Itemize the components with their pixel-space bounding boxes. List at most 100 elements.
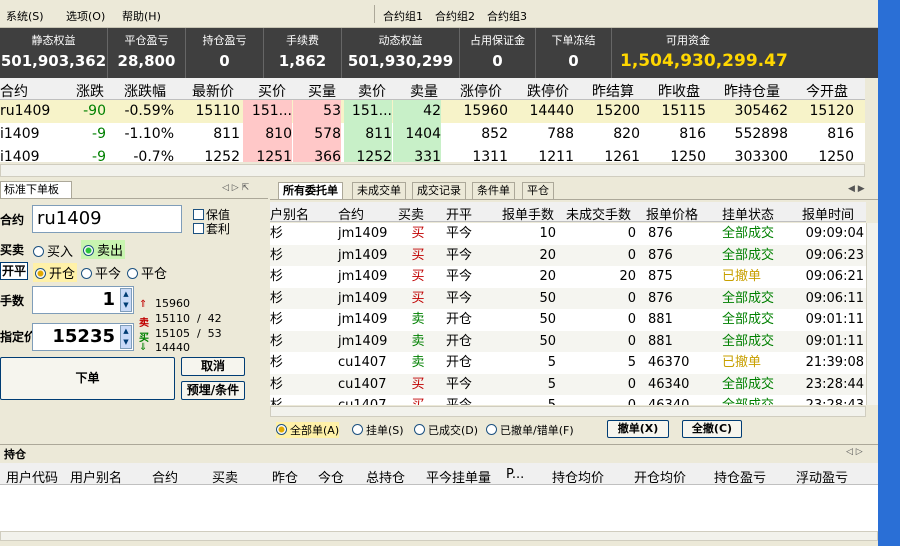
order-row[interactable]: 杉 jm1409 买 平今 20 20 875 已撤单 09:06:21 [270,266,866,288]
order-row[interactable]: 杉 jm1409 卖 开仓 50 0 881 全部成交 09:01:11 [270,330,866,352]
order-col-price[interactable]: 报单价格 [646,204,698,223]
quote-col-limit-down[interactable]: 跌停价 [527,81,569,101]
preorder-condition-button[interactable]: 预埋/条件 [181,381,245,400]
tab-all-orders[interactable]: 所有委托单 [278,182,343,199]
tab-unfilled[interactable]: 未成交单 [352,182,406,199]
tab-conditional[interactable]: 条件单 [472,182,515,199]
order-col-alias[interactable]: 户别名 [270,204,309,223]
sell-radio[interactable]: 卖出 [81,240,126,259]
quote-col-ask[interactable]: 卖价 [358,81,386,101]
qty-input[interactable]: 1 [32,286,134,314]
limit-down-price[interactable]: 14440 [155,341,190,354]
position-col[interactable]: 持仓均价 [552,467,604,486]
positions-horizontal-scrollbar[interactable] [0,531,878,541]
quote-col-limit-up[interactable]: 涨停价 [460,81,502,101]
order-col-contract[interactable]: 合约 [338,204,364,223]
panel-nav-icons[interactable]: ◁ ▷ ⇱ [222,183,249,193]
position-col[interactable]: 总持仓 [366,467,405,486]
quote-row[interactable]: i1409 -9 -0.7% 1252 1251 366 1252 331 1311 1211 12… [0,146,865,162]
quote-cell: 1311 [472,149,508,162]
menu-contract-group-2[interactable]: 合约组2 [435,8,475,24]
contract-input[interactable]: ru1409 [32,205,182,233]
order-row[interactable]: 杉 jm1409 买 平今 50 0 876 全部成交 09:06:11 [270,287,866,309]
order-cell: 全部成交 [722,226,775,241]
quote-col-last[interactable]: 最新价 [192,81,234,101]
price-input[interactable]: 15235 [32,323,134,351]
order-cell: 全部成交 [722,376,775,392]
order-row[interactable]: 杉 jm1409 买 平今 20 0 876 全部成交 09:06:23 [270,244,866,266]
tab-scroll-icons[interactable]: ◀ ▶ [848,184,865,194]
position-col[interactable]: 开仓均价 [634,467,686,486]
cancel-button[interactable]: 取消 [181,357,245,376]
order-cell: 09:09:04 [805,226,864,241]
quote-row[interactable]: ru1409 -90 -0.59% 15110 151... 53 151... 42 1596… [0,100,865,123]
menu-system[interactable]: 系统(S) [6,8,44,24]
order-col-offset[interactable]: 开平 [446,204,472,223]
quote-col-bid[interactable]: 买价 [258,81,286,101]
filter-pending-radio[interactable]: 挂单(S) [352,422,404,438]
close-today-radio[interactable]: 平今 [81,263,121,282]
quote-col-change-pct[interactable]: 涨跌幅 [124,81,166,101]
cancel-order-button[interactable]: 撤单(X) [607,420,669,438]
menu-contract-group-3[interactable]: 合约组3 [487,8,527,24]
quote-col-change[interactable]: 涨跌 [76,81,104,101]
order-row[interactable]: 杉 cu1407 卖 开仓 5 5 46370 已撤单 21:39:08 [270,352,866,374]
price-label: 指定价 [0,330,37,344]
ask-price-qty[interactable]: 15110 / 42 [155,312,222,325]
position-col[interactable]: 合约 [152,467,178,486]
order-row[interactable]: 杉 cu1407 买 平今 5 0 46340 全部成交 23:28:44 [270,373,866,395]
order-row[interactable]: 杉 cu1407买平今 50 46340 全部成交 23:28:43 [270,395,866,405]
quote-row[interactable]: i1409 -9 -1.10% 811 810 578 811 1404 852 788 820 81… [0,123,865,146]
positions-nav-icons[interactable]: ◁ ▷ [846,447,863,457]
filter-cancelled-radio[interactable]: 已撤单/错单(F) [486,422,574,438]
tab-positions[interactable]: 持仓 [4,446,26,462]
order-cell: cu1407 [338,376,387,392]
close-radio[interactable]: 平仓 [127,263,167,282]
orders-vertical-scrollbar[interactable] [866,223,878,405]
filter-filled-radio[interactable]: 已成交(D) [414,422,478,438]
order-col-status[interactable]: 挂单状态 [722,204,774,223]
quote-col-open[interactable]: 今开盘 [806,81,848,101]
position-col[interactable]: P... [506,467,524,482]
submit-order-button[interactable]: 下单 [0,357,175,400]
position-col[interactable]: 今仓 [318,467,344,486]
qty-spinner[interactable]: ▲ ▼ [120,288,132,312]
position-col[interactable]: 用户代码 [6,467,58,486]
position-col[interactable]: 昨仓 [272,467,298,486]
quote-horizontal-scrollbar[interactable] [0,164,865,177]
limit-up-price[interactable]: 15960 [155,297,190,310]
tab-trades[interactable]: 成交记录 [412,182,466,199]
order-cell: 平今 [446,376,473,392]
order-col-side[interactable]: 买卖 [398,204,424,223]
menu-contract-group-1[interactable]: 合约组1 [383,8,423,24]
quote-col-prev-close[interactable]: 昨收盘 [658,81,700,101]
order-row[interactable]: 杉 jm1409 买 平今 10 0 876 全部成交 09:09:04 [270,223,866,245]
position-col[interactable]: 平今挂单量 [426,467,491,486]
position-col[interactable]: 持仓盈亏 [714,467,766,486]
order-col-unfilled[interactable]: 未成交手数 [566,204,631,223]
cancel-all-button[interactable]: 全撤(C) [682,420,742,438]
open-radio[interactable]: 开仓 [33,263,78,282]
menu-options[interactable]: 选项(O) [66,8,105,24]
arbitrage-checkbox[interactable]: 套利 [193,220,230,237]
position-col[interactable]: 买卖 [212,467,238,486]
quote-col-ask-qty[interactable]: 卖量 [410,81,438,101]
price-spinner[interactable]: ▲ ▼ [120,325,132,349]
position-col[interactable]: 用户别名 [70,467,122,486]
quote-col-prev-settle[interactable]: 昨结算 [592,81,634,101]
order-col-qty[interactable]: 报单手数 [502,204,554,223]
quote-col-bid-qty[interactable]: 买量 [308,81,336,101]
orders-horizontal-scrollbar[interactable] [270,406,866,417]
menu-help[interactable]: 帮助(H) [122,8,161,24]
tab-standard-order[interactable]: 标准下单板 [0,181,72,198]
filter-all-radio[interactable]: 全部单(A) [276,422,340,438]
quote-col-contract[interactable]: 合约 [0,81,28,101]
quote-col-prev-oi[interactable]: 昨持仓量 [724,81,780,101]
position-col[interactable]: 浮动盈亏 [796,467,848,486]
order-col-time[interactable]: 报单时间 [802,204,854,223]
order-row[interactable]: 杉 jm1409 卖 开仓 50 0 881 全部成交 09:01:11 [270,309,866,331]
bid-price-qty[interactable]: 15105 / 53 [155,327,222,340]
buy-radio[interactable]: 买入 [33,241,73,260]
tab-close[interactable]: 平仓 [522,182,554,199]
quote-cell: 53 [293,100,341,123]
